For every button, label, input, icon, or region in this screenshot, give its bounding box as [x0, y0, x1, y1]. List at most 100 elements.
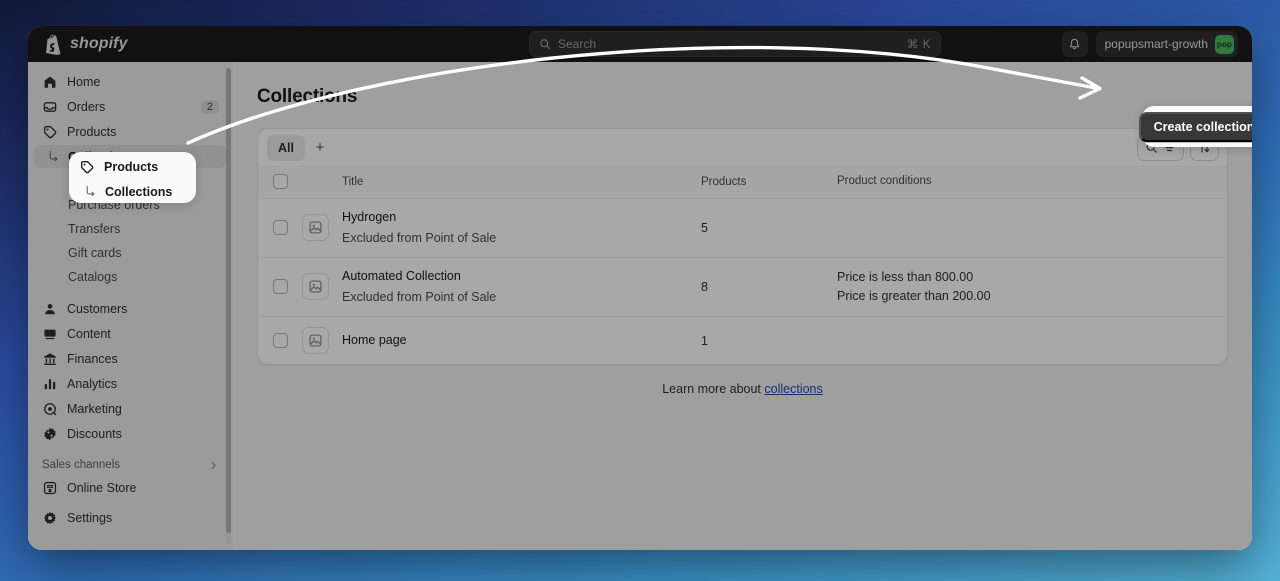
orders-inbox-icon: [42, 100, 57, 115]
sidebar-label-marketing: Marketing: [67, 401, 122, 416]
products-tag-icon: [79, 160, 94, 175]
sidebar-item-content[interactable]: Content: [34, 322, 227, 346]
sidebar-label-products: Products: [67, 124, 117, 139]
sidebar-section-sales-channels[interactable]: Sales channels: [34, 454, 227, 476]
content-icon: [42, 327, 57, 342]
sidebar-item-customers[interactable]: Customers: [34, 297, 227, 321]
products-header[interactable]: Products: [701, 167, 837, 199]
row-products-count: 8: [701, 257, 837, 318]
brand[interactable]: shopify: [38, 33, 428, 55]
condition-line: Price is greater than 200.00: [837, 288, 991, 303]
collections-table: Title Products Product conditions Hydrog…: [258, 167, 1227, 364]
account-name: popupsmart-growth: [1104, 37, 1208, 51]
collection-title[interactable]: Automated Collection: [342, 268, 701, 285]
search-placeholder: Search: [558, 37, 597, 51]
home-icon: [42, 75, 57, 90]
sidebar-label-online-store: Online Store: [67, 480, 137, 495]
create-collection-button[interactable]: Create collection: [1138, 111, 1252, 142]
search-icon: [540, 39, 551, 50]
sidebar-item-analytics[interactable]: Analytics: [34, 372, 227, 396]
row-title-cell: Automated Collection Excluded from Point…: [342, 257, 701, 318]
bank-icon: [42, 352, 57, 367]
avatar: pop: [1215, 34, 1234, 54]
row-products-count: 1: [701, 333, 708, 348]
sidebar-item-gift-cards[interactable]: Gift cards: [34, 241, 227, 264]
sidebar-label-content: Content: [67, 326, 111, 341]
add-view-button[interactable]: +: [307, 135, 333, 161]
sidebar-label-orders: Orders: [67, 99, 106, 114]
table-header-row: Title Products Product conditions: [258, 167, 1227, 199]
row-conditions: Price is less than 800.00 Price is great…: [837, 257, 1227, 318]
shopify-bag-icon: [46, 33, 61, 55]
sidebar-label-customers: Customers: [67, 301, 128, 316]
discount-icon: [42, 427, 57, 442]
spotlight-create-collection: Create collection: [1138, 106, 1252, 147]
spotlight-label-collections: Collections: [105, 184, 173, 199]
sidebar-item-online-store[interactable]: Online Store: [34, 476, 227, 500]
table-body: Hydrogen Excluded from Point of Sale 5 A…: [258, 198, 1227, 364]
sidebar-label-home: Home: [67, 74, 101, 89]
sidebar-label-settings: Settings: [67, 510, 113, 525]
title-header[interactable]: Title: [342, 167, 701, 199]
row-checkbox[interactable]: [273, 279, 288, 295]
collection-subtitle: Excluded from Point of Sale: [342, 230, 497, 245]
subitem-branch-icon: [46, 150, 60, 163]
collection-image-placeholder-icon: [302, 214, 329, 242]
app-window: shopify Search ⌘ K popupsmart-growth pop…: [28, 26, 1252, 550]
table-row[interactable]: Automated Collection Excluded from Point…: [258, 257, 1227, 318]
tab-all[interactable]: All: [267, 134, 305, 161]
sidebar-item-orders[interactable]: Orders 2: [34, 95, 227, 119]
spotlight-item-products[interactable]: Products: [71, 155, 196, 179]
table-head: Title Products Product conditions: [258, 167, 1227, 199]
row-thumbnail-cell: [302, 257, 342, 318]
search-area: Search ⌘ K: [428, 31, 1042, 57]
collection-title[interactable]: Hydrogen: [342, 209, 701, 226]
collection-image-placeholder-icon: [302, 273, 329, 301]
table-row[interactable]: Hydrogen Excluded from Point of Sale 5: [258, 198, 1227, 258]
spotlight-label-products: Products: [104, 159, 159, 174]
bar-chart-icon: [42, 377, 57, 392]
sidebar: Home Orders 2 Products Purchase orders T…: [28, 62, 233, 550]
main-content: Collections All + Title Products Product…: [233, 62, 1252, 550]
sidebar-item-home[interactable]: Home: [34, 70, 227, 94]
top-bar-right: popupsmart-growth pop: [1042, 31, 1242, 57]
search-shortcut: ⌘ K: [906, 39, 931, 51]
row-title-cell: Home page: [342, 317, 701, 364]
sidebar-item-transfers[interactable]: Transfers: [34, 217, 227, 240]
table-row[interactable]: Home page 1: [258, 317, 1227, 364]
notifications-button[interactable]: [1061, 31, 1088, 57]
bell-icon: [1070, 38, 1080, 49]
sidebar-item-finances[interactable]: Finances: [34, 347, 227, 371]
learn-more-footnote: Learn more about collections: [257, 382, 1228, 396]
row-checkbox-cell: [258, 198, 302, 258]
storefront-icon: [42, 481, 57, 496]
chevron-right-icon: [211, 461, 216, 469]
card-toolbar: All +: [258, 129, 1227, 167]
row-checkbox[interactable]: [273, 220, 288, 236]
sidebar-scrollbar-thumb[interactable]: [226, 68, 231, 533]
row-products-count: 5: [701, 198, 837, 258]
collection-subtitle: Excluded from Point of Sale: [342, 289, 497, 304]
account-chip[interactable]: popupsmart-growth pop: [1095, 31, 1238, 57]
conditions-header[interactable]: Product conditions: [837, 167, 1227, 199]
row-checkbox[interactable]: [273, 333, 288, 349]
page-title: Collections: [257, 86, 358, 107]
spotlight-item-collections[interactable]: Collections: [71, 180, 196, 203]
spotlight-products-collections: Products Collections: [69, 152, 196, 203]
sidebar-item-catalogs[interactable]: Catalogs: [34, 265, 227, 288]
row-thumbnail-cell: [302, 317, 342, 364]
sidebar-item-products[interactable]: Products: [34, 120, 227, 144]
sidebar-label-transfers: Transfers: [68, 221, 121, 236]
sidebar-item-marketing[interactable]: Marketing: [34, 397, 227, 421]
sidebar-item-settings[interactable]: Settings: [34, 506, 227, 530]
select-all-checkbox[interactable]: [273, 174, 288, 190]
collections-help-link[interactable]: collections: [764, 382, 822, 396]
sidebar-label-finances: Finances: [67, 351, 118, 366]
learn-more-text: Learn more about: [662, 382, 765, 397]
collection-title[interactable]: Home page: [342, 332, 701, 349]
search-input[interactable]: Search ⌘ K: [529, 31, 941, 57]
row-checkbox-cell: [258, 317, 302, 364]
top-bar: shopify Search ⌘ K popupsmart-growth pop: [28, 26, 1252, 62]
sidebar-item-discounts[interactable]: Discounts: [34, 422, 227, 446]
